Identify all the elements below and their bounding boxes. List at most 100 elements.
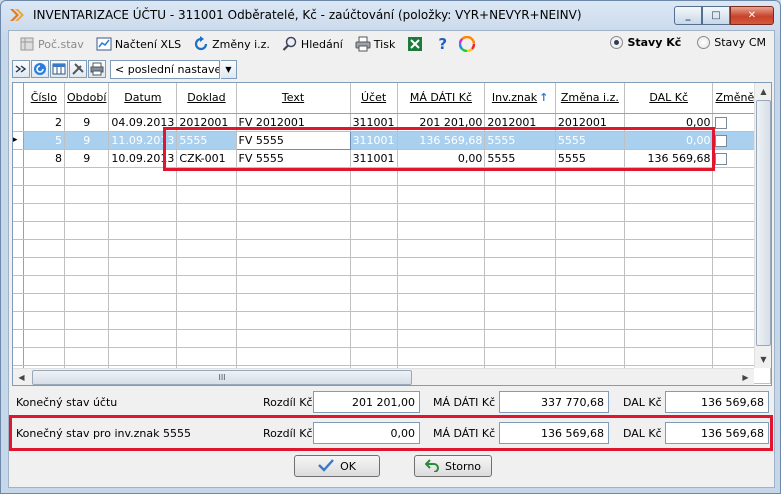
search-icon xyxy=(282,36,298,52)
cell-doklad[interactable]: CZK-001 xyxy=(176,149,237,168)
cell-zmena[interactable]: 2012001 xyxy=(555,113,625,132)
layout-select[interactable]: < poslední nastave xyxy=(110,59,220,79)
cell-cislo[interactable]: 5 xyxy=(23,131,66,150)
cell-ma-dati[interactable]: 201 201,00 xyxy=(397,113,486,132)
vertical-scrollbar[interactable]: ▲ ▼ xyxy=(754,83,771,368)
cell-text[interactable]: FV 5555 xyxy=(236,149,351,168)
changed-checkbox[interactable] xyxy=(715,134,728,147)
cell-cislo[interactable]: 8 xyxy=(23,149,66,168)
difference-value: 0,00 xyxy=(313,422,420,444)
refresh-icon xyxy=(193,36,209,52)
scroll-left-icon[interactable]: ◀ xyxy=(13,369,30,385)
col-header-text[interactable]: Text xyxy=(236,83,351,114)
horizontal-scrollbar[interactable]: ◀ III ▶ xyxy=(13,368,754,385)
cell-ucet[interactable]: 311001 xyxy=(350,131,398,150)
chevron-down-icon[interactable]: ▼ xyxy=(221,59,237,79)
initial-state-button[interactable]: Poč.stav xyxy=(15,33,88,55)
maximize-button[interactable]: □ xyxy=(702,6,730,25)
cell-inv-znak[interactable]: 5555 xyxy=(484,131,556,150)
load-xls-button[interactable]: Načtení XLS xyxy=(92,33,185,55)
cell-dal[interactable]: 0,00 xyxy=(624,131,714,150)
table-row[interactable]: ▸ 5 9 11.09.2013 5555 FV 5555 311001 136… xyxy=(13,130,771,150)
table-row[interactable]: 2 9 04.09.2013 2012001 FV 2012001 311001… xyxy=(13,113,771,132)
scroll-up-icon[interactable]: ▲ xyxy=(755,83,771,100)
row-indicator xyxy=(13,149,24,168)
client-area: Poč.stav Načtení XLS Změny i.z. Hledání xyxy=(8,30,775,488)
tools-icon[interactable] xyxy=(69,60,87,78)
cell-text[interactable]: FV 2012001 xyxy=(236,113,351,132)
print-grid-icon[interactable] xyxy=(88,60,106,78)
scroll-down-icon[interactable]: ▼ xyxy=(755,351,771,368)
cell-zmena[interactable]: 5555 xyxy=(555,131,625,150)
radio-stavy-cm[interactable]: Stavy CM xyxy=(697,36,766,49)
col-header-dal[interactable]: DAL Kč xyxy=(624,83,714,114)
cell-datum[interactable]: 04.09.2013 xyxy=(108,113,178,132)
row-indicator xyxy=(13,113,24,132)
cell-inv-znak[interactable]: 5555 xyxy=(484,149,556,168)
cell-dal[interactable]: 0,00 xyxy=(624,113,714,132)
search-button[interactable]: Hledání xyxy=(278,33,347,55)
credit-label: DAL Kč xyxy=(623,426,662,440)
changed-checkbox[interactable] xyxy=(715,116,728,129)
excel-button[interactable] xyxy=(403,33,430,55)
postings-grid: Číslo Období Datum Doklad Text Účet MÁ D… xyxy=(12,82,772,386)
initial-state-label: Poč.stav xyxy=(38,37,84,51)
main-toolbar: Poč.stav Načtení XLS Změny i.z. Hledání xyxy=(9,31,774,57)
cell-ma-dati[interactable]: 136 569,68 xyxy=(397,131,486,150)
debit-label: MÁ DÁTI Kč xyxy=(433,395,496,409)
col-header-cislo[interactable]: Číslo xyxy=(23,83,66,114)
color-button[interactable] xyxy=(455,33,482,55)
cell-ucet[interactable]: 311001 xyxy=(350,149,398,168)
print-label: Tisk xyxy=(373,37,396,51)
vertical-scroll-thumb[interactable] xyxy=(756,100,771,346)
cell-obdobi[interactable]: 9 xyxy=(64,131,110,150)
debit-value: 337 770,68 xyxy=(499,391,609,413)
cell-doklad[interactable]: 5555 xyxy=(176,131,237,150)
layout-menu-icon[interactable] xyxy=(12,60,30,78)
color-wheel-icon xyxy=(459,36,476,52)
changed-checkbox[interactable] xyxy=(715,152,728,165)
col-header-inv-znak[interactable]: Inv.znak ↑ xyxy=(484,83,556,114)
col-header-doklad[interactable]: Doklad xyxy=(176,83,237,114)
difference-label: Rozdíl Kč xyxy=(263,395,313,409)
cell-cislo[interactable]: 2 xyxy=(23,113,66,132)
load-xls-label: Načtení XLS xyxy=(114,37,182,51)
cell-text-editing[interactable]: FV 5555 xyxy=(235,130,351,150)
empty-row xyxy=(13,167,771,186)
title-bar[interactable]: INVENTARIZACE ÚČTU - 311001 Odběratelé, … xyxy=(1,1,780,29)
radio-stavy-cm-label: Stavy CM xyxy=(714,36,766,49)
ok-button[interactable]: OK xyxy=(294,455,380,477)
refresh-grid-icon[interactable] xyxy=(31,60,49,78)
cell-ucet[interactable]: 311001 xyxy=(350,113,398,132)
columns-icon[interactable] xyxy=(50,60,68,78)
radio-stavy-kc[interactable]: Stavy Kč xyxy=(610,36,681,49)
cell-datum[interactable]: 11.09.2013 xyxy=(108,131,178,150)
cell-ma-dati[interactable]: 0,00 xyxy=(397,149,486,168)
print-button[interactable]: Tisk xyxy=(351,33,400,55)
excel-icon xyxy=(407,36,423,52)
radio-dot xyxy=(610,36,624,49)
cell-inv-znak[interactable]: 2012001 xyxy=(484,113,556,132)
horizontal-scroll-thumb[interactable]: III xyxy=(32,370,412,385)
empty-row xyxy=(13,203,771,222)
cell-dal[interactable]: 136 569,68 xyxy=(624,149,714,168)
table-row[interactable]: 8 9 10.09.2013 CZK-001 FV 5555 311001 0,… xyxy=(13,149,771,168)
col-header-ucet[interactable]: Účet xyxy=(350,83,398,114)
close-button[interactable]: ✕ xyxy=(730,6,774,25)
col-header-ma-dati[interactable]: MÁ DÁTI Kč xyxy=(397,83,486,114)
scroll-right-icon[interactable]: ▶ xyxy=(737,369,754,385)
cancel-button[interactable]: Storno xyxy=(414,455,492,477)
cell-doklad[interactable]: 2012001 xyxy=(176,113,237,132)
cell-datum[interactable]: 10.09.2013 xyxy=(108,149,178,168)
cell-obdobi[interactable]: 9 xyxy=(64,149,110,168)
minimize-button[interactable]: _ xyxy=(674,6,702,25)
changes-iz-button[interactable]: Změny i.z. xyxy=(189,33,274,55)
col-header-obdobi[interactable]: Období xyxy=(64,83,110,114)
col-header-zmena[interactable]: Změna i.z. xyxy=(555,83,625,114)
cancel-button-label: Storno xyxy=(444,459,482,473)
col-header-datum[interactable]: Datum xyxy=(108,83,178,114)
cell-zmena[interactable]: 5555 xyxy=(555,149,625,168)
cell-obdobi[interactable]: 9 xyxy=(64,113,110,132)
checkmark-icon xyxy=(318,458,334,475)
help-button[interactable]: ? xyxy=(434,33,451,55)
